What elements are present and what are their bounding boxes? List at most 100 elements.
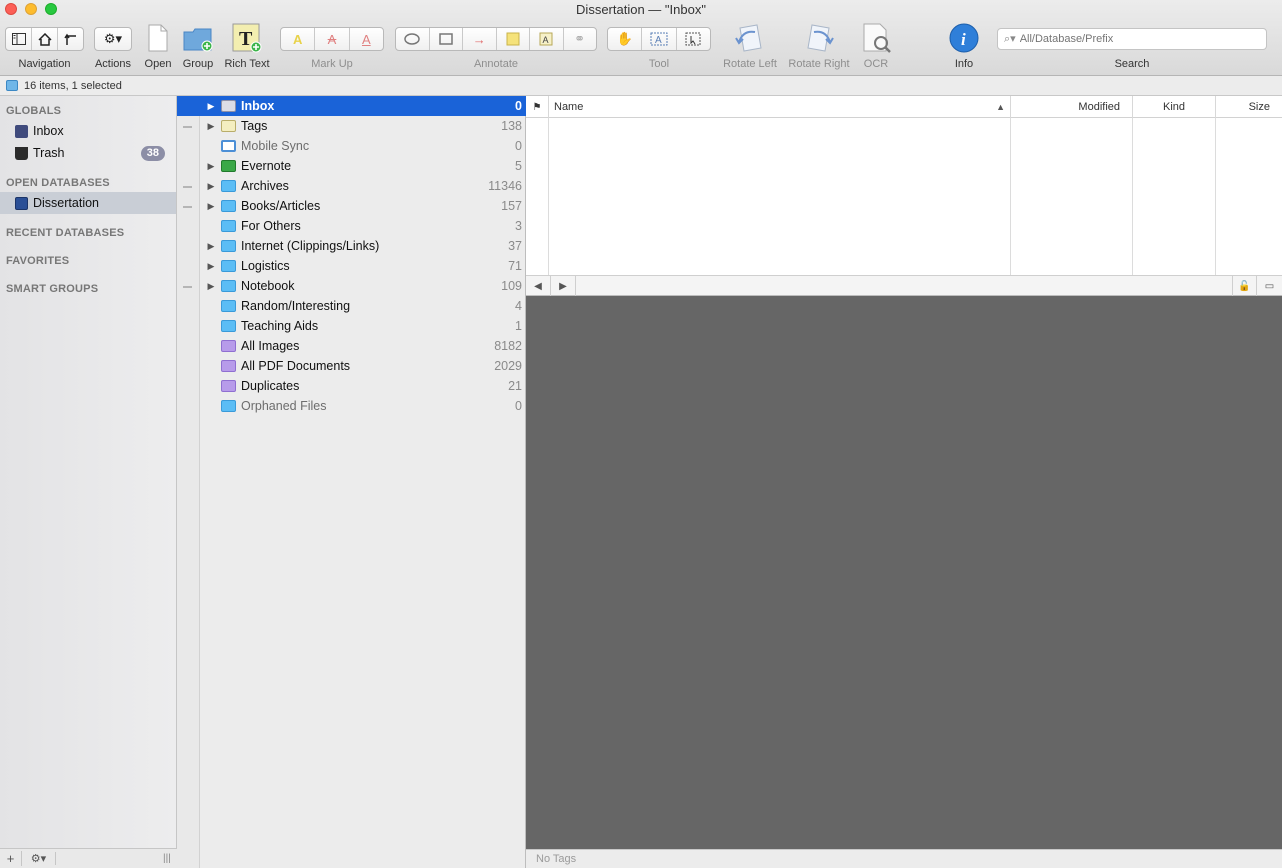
search-field[interactable]: ⌕▾ (997, 28, 1267, 50)
column-header: ⚑ Name ▲ Modified Kind Size (526, 96, 1282, 118)
rectangle-icon[interactable] (430, 28, 463, 50)
lock-icon[interactable]: 🔓 (1232, 276, 1257, 296)
underline-icon[interactable]: A (350, 28, 383, 50)
disclosure-triangle-icon[interactable]: ▶ (205, 101, 217, 112)
folder-icon (221, 400, 236, 412)
globals-heading: GLOBALS (6, 105, 62, 117)
go-up-icon[interactable] (58, 28, 83, 50)
database-icon (15, 196, 28, 210)
annotate-label: Annotate (473, 58, 519, 70)
navigation-control (5, 27, 84, 51)
sidebar-item-inbox[interactable]: Inbox (0, 120, 176, 142)
ocr-icon (863, 23, 891, 53)
disclosure-triangle-icon[interactable]: ▶ (205, 161, 217, 172)
gear-icon: ⚙▾ (103, 31, 123, 46)
forward-arrow-icon[interactable]: ▶ (551, 276, 576, 296)
new-group-button[interactable] (183, 22, 213, 54)
group-row-books-articles[interactable]: ▶ Books/Articles 157 (200, 196, 526, 216)
search-input[interactable] (1019, 33, 1250, 45)
group-name: Random/Interesting (241, 299, 351, 313)
new-rich-text-button[interactable]: T (232, 22, 262, 54)
navigation-label: Navigation (18, 58, 71, 70)
back-arrow-icon[interactable]: ◀ (526, 276, 551, 296)
group-count: 8182 (494, 339, 522, 353)
inbox-icon (15, 124, 28, 138)
link-icon[interactable]: ⚭ (564, 28, 597, 50)
folder-icon (221, 240, 236, 252)
selection-tool-icon[interactable] (677, 28, 710, 50)
group-name: For Others (241, 219, 301, 233)
item-list: ⚑ Name ▲ Modified Kind Size ◀ ▶ 🔓 ▭ (526, 96, 1282, 296)
toolbar: Dissertation — "Inbox" Navigation ⚙▾ Act… (0, 0, 1282, 76)
disclosure-triangle-icon[interactable]: ▶ (205, 281, 217, 292)
oval-icon[interactable] (396, 28, 430, 50)
ocr-label: OCR (863, 58, 889, 70)
group-row-for-others[interactable]: For Others 3 (200, 216, 526, 236)
group-row-mobile-sync[interactable]: Mobile Sync 0 (200, 136, 526, 156)
group-count: 3 (515, 219, 522, 233)
group-count: 0 (515, 399, 522, 413)
flag-column-header[interactable]: ⚑ (526, 96, 548, 118)
group-row-all-images[interactable]: All Images 8182 (200, 336, 526, 356)
name-column-header[interactable]: Name ▲ (548, 96, 1010, 118)
toggle-preview-icon[interactable]: ▭ (1257, 276, 1282, 296)
modified-column-header[interactable]: Modified (1010, 96, 1132, 118)
sidebar-item-label: Inbox (33, 124, 64, 138)
favorites-heading[interactable]: FAVORITES (6, 255, 69, 267)
ocr-button[interactable] (861, 22, 891, 54)
group-row-internet[interactable]: ▶ Internet (Clippings/Links) 37 (200, 236, 526, 256)
text-box-icon[interactable]: A (530, 28, 564, 50)
group-row-all-pdf-documents[interactable]: All PDF Documents 2029 (200, 356, 526, 376)
disclosure-triangle-icon[interactable]: ▶ (205, 181, 217, 192)
folder-icon (221, 300, 236, 312)
group-count: 5 (515, 159, 522, 173)
sidebar-item-trash[interactable]: Trash 38 (0, 142, 176, 164)
text-tool-icon[interactable]: A (642, 28, 677, 50)
home-icon[interactable] (32, 28, 58, 50)
group-row-archives[interactable]: ▶ Archives 11346 (200, 176, 526, 196)
group-row-notebook[interactable]: ▶ Notebook 109 (200, 276, 526, 296)
disclosure-triangle-icon[interactable]: ▶ (205, 121, 217, 132)
group-label: Group (182, 58, 214, 70)
sidebar-toggle-icon[interactable] (6, 28, 32, 50)
group-count: 1 (515, 319, 522, 333)
disclosure-triangle-icon[interactable]: ▶ (205, 241, 217, 252)
window-title: Dissertation — "Inbox" (576, 2, 706, 17)
group-row-duplicates[interactable]: Duplicates 21 (200, 376, 526, 396)
highlight-icon[interactable]: A (281, 28, 316, 50)
rotate-right-button[interactable] (804, 22, 834, 54)
actions-button[interactable]: ⚙▾ (94, 27, 132, 51)
group-count: 0 (515, 99, 522, 113)
group-row-teaching-aids[interactable]: Teaching Aids 1 (200, 316, 526, 336)
group-name: Teaching Aids (241, 319, 319, 333)
group-row-logistics[interactable]: ▶ Logistics 71 (200, 256, 526, 276)
group-row-orphaned-files[interactable]: Orphaned Files 0 (200, 396, 526, 416)
sidebar-item-dissertation[interactable]: Dissertation (0, 192, 176, 214)
rotate-left-button[interactable] (735, 22, 765, 54)
disclosure-triangle-icon[interactable]: ▶ (205, 201, 217, 212)
smart-group-icon (221, 360, 236, 372)
disclosure-triangle-icon[interactable]: ▶ (205, 261, 217, 272)
resize-handle-icon[interactable]: ||| (163, 853, 177, 864)
open-button[interactable] (143, 22, 173, 54)
group-name: Internet (Clippings/Links) (241, 239, 380, 253)
group-row-evernote[interactable]: ▶ Evernote 5 (200, 156, 526, 176)
group-row-tags[interactable]: ▶ Tags 138 (200, 116, 526, 136)
group-name: Duplicates (241, 379, 300, 393)
strikethrough-icon[interactable]: A (315, 28, 350, 50)
smart-groups-heading[interactable]: SMART GROUPS (6, 283, 98, 295)
info-button[interactable]: i (949, 22, 979, 54)
arrow-icon[interactable]: → (463, 28, 497, 50)
tag-bar[interactable]: No Tags (526, 849, 1282, 868)
note-icon[interactable] (497, 28, 530, 50)
size-column-header[interactable]: Size (1215, 96, 1282, 118)
rotate-right-label: Rotate Right (788, 58, 850, 70)
gear-menu-icon[interactable]: ⚙▾ (22, 852, 56, 865)
group-row-random-interesting[interactable]: Random/Interesting 4 (200, 296, 526, 316)
group-row-inbox[interactable]: ▶ Inbox 0 (177, 96, 526, 116)
kind-column-header[interactable]: Kind (1132, 96, 1215, 118)
info-icon: i (949, 23, 979, 53)
hand-tool-icon[interactable]: ✋ (608, 28, 643, 50)
recent-databases-heading[interactable]: RECENT DATABASES (6, 227, 124, 239)
add-icon[interactable]: + (0, 851, 22, 866)
